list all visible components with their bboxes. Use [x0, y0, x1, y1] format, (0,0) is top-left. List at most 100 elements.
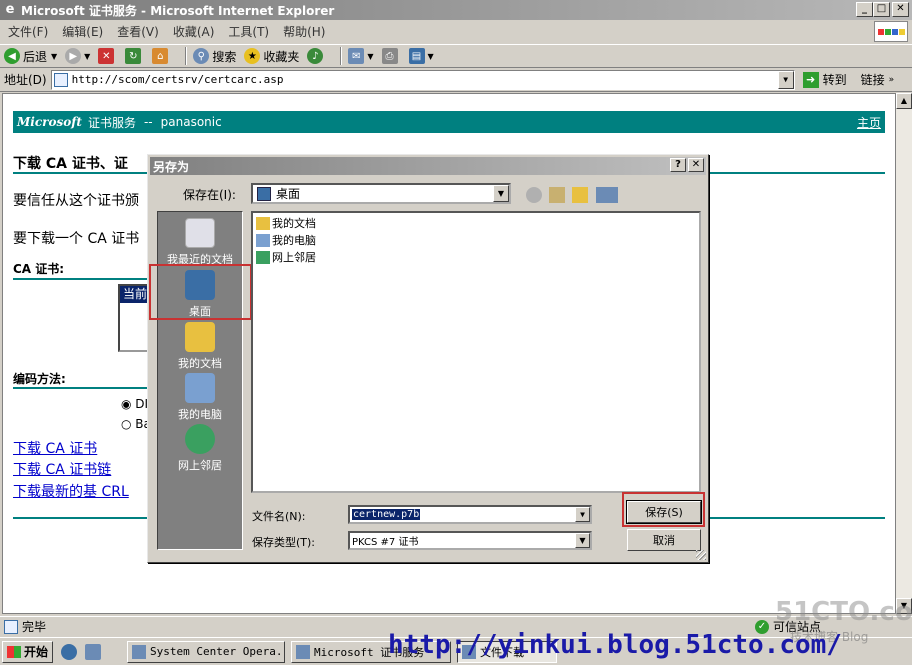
- media-button[interactable]: ♪: [307, 48, 326, 64]
- places-bar: 我最近的文档 桌面 我的文档 我的电脑 网上邻居: [157, 211, 243, 550]
- back-icon[interactable]: [526, 187, 542, 203]
- home-button[interactable]: ⌂: [152, 48, 171, 64]
- menu-file[interactable]: 文件(F): [8, 23, 48, 40]
- toolbar-separator: [340, 47, 343, 65]
- links-button[interactable]: 链接: [861, 71, 885, 88]
- new-folder-icon[interactable]: [572, 187, 588, 203]
- window-title: Microsoft 证书服务 - Microsoft Internet Expl…: [21, 3, 335, 18]
- ie-icon: [296, 644, 311, 659]
- encoding-der-radio[interactable]: ◉ DI: [121, 397, 148, 411]
- home-link[interactable]: 主页: [857, 114, 881, 131]
- print-button[interactable]: ⎙: [381, 48, 401, 64]
- place-label: 网上邻居: [178, 459, 222, 472]
- banner-service: 证书服务: [87, 115, 136, 130]
- go-button[interactable]: ➜ 转到: [802, 71, 847, 88]
- ca-cert-label: CA 证书:: [13, 262, 65, 276]
- download-ca-chain-link[interactable]: 下载 CA 证书链: [13, 459, 111, 479]
- chevron-down-icon[interactable]: ▼: [493, 185, 509, 202]
- chevron-right-icon[interactable]: »: [889, 75, 895, 85]
- favorites-label: 收藏夹: [263, 49, 300, 64]
- filename-label: 文件名(N):: [252, 510, 306, 523]
- dialog-close-button[interactable]: ✕: [688, 158, 704, 172]
- chevron-down-icon: ▼: [84, 51, 91, 61]
- edit-button[interactable]: ▤ ▼: [408, 48, 434, 64]
- maximize-button[interactable]: □: [873, 2, 890, 17]
- desktop-quicklaunch-icon[interactable]: [85, 643, 102, 660]
- file-item[interactable]: 我的文档: [256, 215, 316, 231]
- file-item[interactable]: 网上邻居: [256, 249, 316, 265]
- vertical-scrollbar[interactable]: ▲ ▼: [896, 93, 912, 614]
- edit-page-icon: ▤: [408, 48, 425, 64]
- menu-tools[interactable]: 工具(T): [228, 23, 269, 40]
- page-heading: 下载 CA 证书、证: [13, 156, 128, 172]
- chevron-down-icon: ▼: [427, 51, 434, 61]
- address-dropdown-button[interactable]: ▼: [777, 70, 794, 89]
- search-icon: ⚲: [193, 48, 210, 64]
- address-label: 地址(D): [4, 73, 47, 87]
- help-button[interactable]: ?: [670, 158, 686, 172]
- chevron-down-icon[interactable]: ▼: [575, 507, 590, 522]
- banner-microsoft: Microsoft: [17, 115, 82, 129]
- menu-help[interactable]: 帮助(H): [283, 23, 325, 40]
- recent-documents-icon: [185, 218, 215, 248]
- start-button[interactable]: 开始: [2, 640, 54, 663]
- network-icon: [185, 424, 215, 454]
- address-input[interactable]: http://scom/certsrv/certcarc.asp ▼: [50, 69, 795, 90]
- download-crl-link[interactable]: 下载最新的基 CRL: [13, 481, 129, 501]
- place-network[interactable]: 网上邻居: [158, 424, 242, 473]
- cancel-button[interactable]: 取消: [627, 529, 701, 551]
- service-banner: Microsoft 证书服务 -- panasonic 主页: [13, 111, 885, 133]
- stop-button[interactable]: ✕: [98, 48, 117, 64]
- site-logo-watermark: 51CTO.com: [775, 597, 912, 627]
- window-titlebar: e Microsoft 证书服务 - Microsoft Internet Ex…: [0, 0, 912, 20]
- search-button[interactable]: ⚲ 搜索: [193, 48, 236, 65]
- encoding-label: 编码方法:: [13, 372, 66, 386]
- save-in-label: 保存在(I):: [183, 188, 236, 202]
- file-item[interactable]: 我的电脑: [256, 232, 316, 248]
- save-in-value: 桌面: [276, 187, 301, 201]
- refresh-button[interactable]: ↻: [125, 48, 144, 64]
- network-icon: [256, 250, 270, 264]
- place-my-computer[interactable]: 我的电脑: [158, 373, 242, 422]
- place-my-documents[interactable]: 我的文档: [158, 322, 242, 371]
- menu-favorites[interactable]: 收藏(A): [173, 23, 215, 40]
- resize-grip[interactable]: [696, 550, 706, 560]
- favorites-button[interactable]: ★ 收藏夹: [244, 48, 299, 65]
- menu-view[interactable]: 查看(V): [117, 23, 159, 40]
- place-label: 我的文档: [178, 357, 222, 370]
- trust-instructions: 要信任从这个证书颁: [13, 193, 139, 209]
- filetype-select[interactable]: PKCS #7 证书 ▼: [348, 531, 592, 550]
- back-button[interactable]: ◀ 后退 ▼: [4, 48, 57, 65]
- dialog-title: 另存为: [153, 159, 190, 174]
- banner-ca-name: panasonic: [160, 115, 222, 129]
- forward-arrow-icon: ▶: [65, 48, 82, 64]
- task-system-center[interactable]: System Center Opera...: [127, 640, 286, 663]
- view-menu-icon[interactable]: [596, 187, 618, 203]
- place-recent[interactable]: 我最近的文档: [158, 218, 242, 267]
- go-arrow-icon: ➜: [802, 71, 819, 88]
- scroll-up-button[interactable]: ▲: [896, 93, 912, 109]
- mail-button[interactable]: ✉ ▼: [348, 48, 374, 64]
- windows-logo-icon: [874, 21, 908, 42]
- menu-bar: 文件(F) 编辑(E) 查看(V) 收藏(A) 工具(T) 帮助(H): [0, 20, 912, 43]
- up-folder-icon[interactable]: [549, 187, 565, 203]
- go-label: 转到: [822, 73, 847, 87]
- url-watermark: http://yinkui.blog.51cto.com/: [388, 630, 842, 660]
- menu-edit[interactable]: 编辑(E): [62, 23, 103, 40]
- dialog-titlebar: 另存为 ? ✕: [150, 157, 706, 175]
- chevron-down-icon[interactable]: ▼: [575, 533, 590, 548]
- task-label: System Center Opera...: [150, 645, 286, 658]
- close-button[interactable]: ✕: [892, 2, 909, 17]
- filename-input[interactable]: certnew.p7b ▼: [348, 505, 592, 524]
- banner-separator: --: [143, 115, 153, 129]
- filetype-value: PKCS #7 证书: [352, 537, 419, 548]
- forward-button[interactable]: ▶ ▼: [65, 48, 90, 64]
- ie-quicklaunch-icon[interactable]: [61, 643, 78, 660]
- back-label: 后退: [23, 49, 48, 64]
- file-list[interactable]: 我的文档 我的电脑 网上邻居: [251, 211, 701, 493]
- minimize-button[interactable]: _: [856, 2, 873, 17]
- filetype-label: 保存类型(T):: [252, 536, 316, 549]
- save-in-dropdown[interactable]: 桌面 ▼: [251, 183, 511, 204]
- download-ca-cert-link[interactable]: 下载 CA 证书: [13, 438, 97, 458]
- status-text: 完毕: [22, 620, 47, 634]
